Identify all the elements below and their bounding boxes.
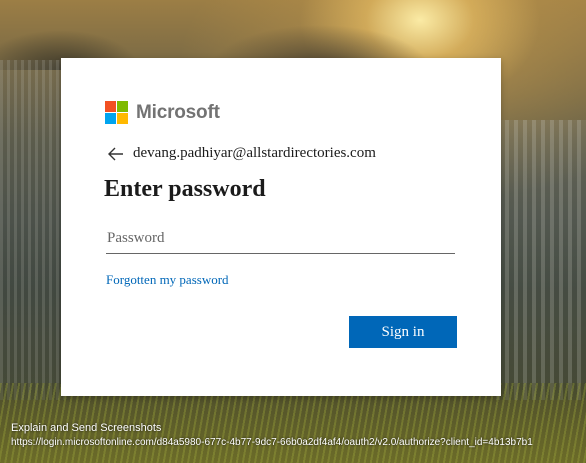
microsoft-logo: Microsoft: [105, 101, 220, 124]
back-arrow-icon[interactable]: [107, 146, 125, 162]
background-city-left: [0, 60, 70, 400]
forgot-password-link[interactable]: Forgotten my password: [106, 272, 229, 288]
login-card: Microsoft devang.padhiyar@allstardirecto…: [61, 58, 501, 396]
logo-square-blue: [105, 113, 116, 124]
background-city-right: [496, 120, 586, 400]
identity-email: devang.padhiyar@allstardirectories.com: [133, 145, 376, 161]
page-title: Enter password: [104, 176, 266, 202]
overlay-title: Explain and Send Screenshots: [11, 422, 162, 434]
overlay-url: https://login.microsoftonline.com/d84a59…: [11, 437, 533, 448]
brand-name: Microsoft: [136, 101, 220, 123]
sign-in-button[interactable]: Sign in: [349, 316, 457, 348]
logo-square-green: [117, 101, 128, 112]
password-input[interactable]: [106, 223, 455, 254]
logo-square-yellow: [117, 113, 128, 124]
logo-square-red: [105, 101, 116, 112]
microsoft-logo-icon: [105, 101, 128, 124]
screenshot-overlay: Explain and Send Screenshots https://log…: [11, 421, 586, 450]
identity-row: devang.padhiyar@allstardirectories.com: [107, 145, 376, 162]
